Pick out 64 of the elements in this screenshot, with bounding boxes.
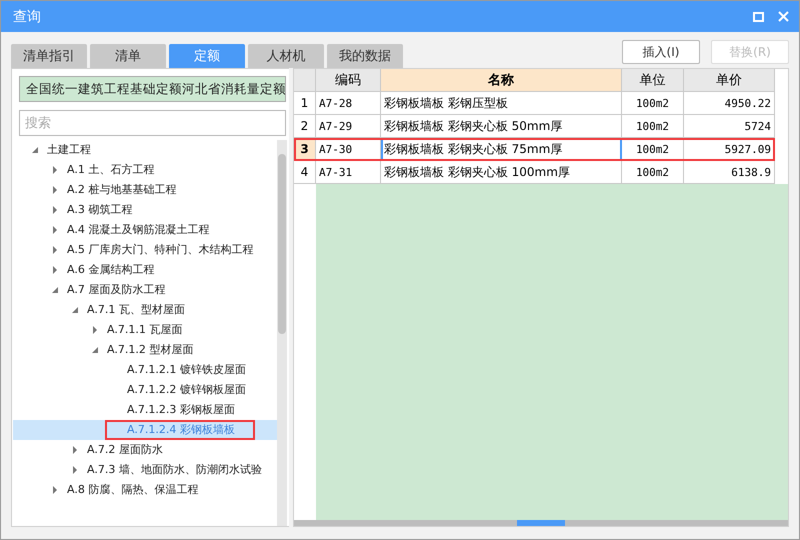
table-cell: A7-28	[316, 92, 381, 115]
column-header[interactable]: 编码	[316, 69, 381, 92]
row-number[interactable]: 4	[294, 161, 316, 184]
tree-item[interactable]: A.7.1 瓦、型材屋面	[13, 300, 277, 320]
tree-item[interactable]: A.7.1.1 瓦屋面	[13, 320, 277, 340]
tree-item[interactable]: A.7.3 墙、地面防水、防潮闭水试验	[13, 460, 277, 480]
table-cell: 彩钢板墙板 彩钢压型板	[381, 92, 622, 115]
close-button[interactable]	[778, 11, 789, 22]
table-cell: 4950.22	[684, 92, 775, 115]
tree-item[interactable]: A.1 土、石方工程	[13, 160, 277, 180]
collapsed-arrow-icon[interactable]	[71, 446, 79, 454]
table-cell: 100m2	[622, 92, 684, 115]
collapsed-arrow-icon[interactable]	[51, 166, 59, 174]
collapsed-arrow-icon[interactable]	[51, 206, 59, 214]
expanded-arrow-icon[interactable]	[71, 306, 79, 314]
tree-item[interactable]: A.7 屋面及防水工程	[13, 280, 277, 300]
table-cell: 100m2	[622, 115, 684, 138]
table-cell: A7-29	[316, 115, 381, 138]
expanded-arrow-icon[interactable]	[31, 146, 39, 154]
tree-item[interactable]: A.7.1.2.1 镀锌铁皮屋面	[13, 360, 277, 380]
collapsed-arrow-icon[interactable]	[71, 466, 79, 474]
collapsed-arrow-icon[interactable]	[51, 486, 59, 494]
scrollbar[interactable]	[277, 140, 287, 526]
tree-item[interactable]: 土建工程	[13, 140, 277, 160]
insert-button[interactable]: 插入(I)	[622, 40, 700, 64]
tab[interactable]: 清单	[90, 44, 166, 68]
tree-item[interactable]: A.4 混凝土及钢筋混凝土工程	[13, 220, 277, 240]
expanded-arrow-icon[interactable]	[51, 286, 59, 294]
tree-item[interactable]: A.7.1.2.2 镀锌钢板屋面	[13, 380, 277, 400]
tab[interactable]: 我的数据	[327, 44, 403, 68]
tree-item[interactable]: A.7.1.2 型材屋面	[13, 340, 277, 360]
scrollbar-thumb[interactable]	[517, 520, 565, 526]
column-header[interactable]: 单价	[684, 69, 775, 92]
table-cell: A7-31	[316, 161, 381, 184]
table-cell: 6138.9	[684, 161, 775, 184]
scrollbar[interactable]	[294, 520, 788, 526]
column-header[interactable]: 单位	[622, 69, 684, 92]
collapsed-arrow-icon[interactable]	[91, 326, 99, 334]
table-cell: 100m2	[622, 161, 684, 184]
tree-item[interactable]: A.7.1.2.3 彩钢板屋面	[13, 400, 277, 420]
table-cell: 5724	[684, 115, 775, 138]
expanded-arrow-icon[interactable]	[91, 346, 99, 354]
tree-item[interactable]: A.2 桩与地基基础工程	[13, 180, 277, 200]
tree-item[interactable]: A.3 砌筑工程	[13, 200, 277, 220]
collapsed-arrow-icon[interactable]	[51, 246, 59, 254]
collapsed-arrow-icon[interactable]	[51, 226, 59, 234]
table-cell: 彩钢板墙板 彩钢夹心板 100mm厚	[381, 161, 622, 184]
collapsed-arrow-icon[interactable]	[51, 266, 59, 274]
collapsed-arrow-icon[interactable]	[51, 186, 59, 194]
tab[interactable]: 人材机	[248, 44, 324, 68]
table-cell: 彩钢板墙板 彩钢夹心板 50mm厚	[381, 115, 622, 138]
tab[interactable]: 清单指引	[11, 44, 87, 68]
window-title: 查询	[13, 8, 42, 26]
scrollbar-thumb[interactable]	[278, 154, 286, 334]
library-dropdown[interactable]: 全国统一建筑工程基础定额河北省消耗量定额	[19, 76, 286, 102]
row-number[interactable]: 2	[294, 115, 316, 138]
search-field[interactable]: 搜索	[19, 110, 286, 136]
tree-item[interactable]: A.5 厂库房大门、特种门、木结构工程	[13, 240, 277, 260]
tree-item[interactable]: A.8 防腐、隔热、保温工程	[13, 480, 277, 500]
tree-item[interactable]: A.6 金属结构工程	[13, 260, 277, 280]
maximize-button[interactable]	[753, 12, 764, 22]
tree-item[interactable]: A.7.2 屋面防水	[13, 440, 277, 460]
row-number[interactable]: 1	[294, 92, 316, 115]
column-header[interactable]: 名称	[381, 69, 622, 92]
